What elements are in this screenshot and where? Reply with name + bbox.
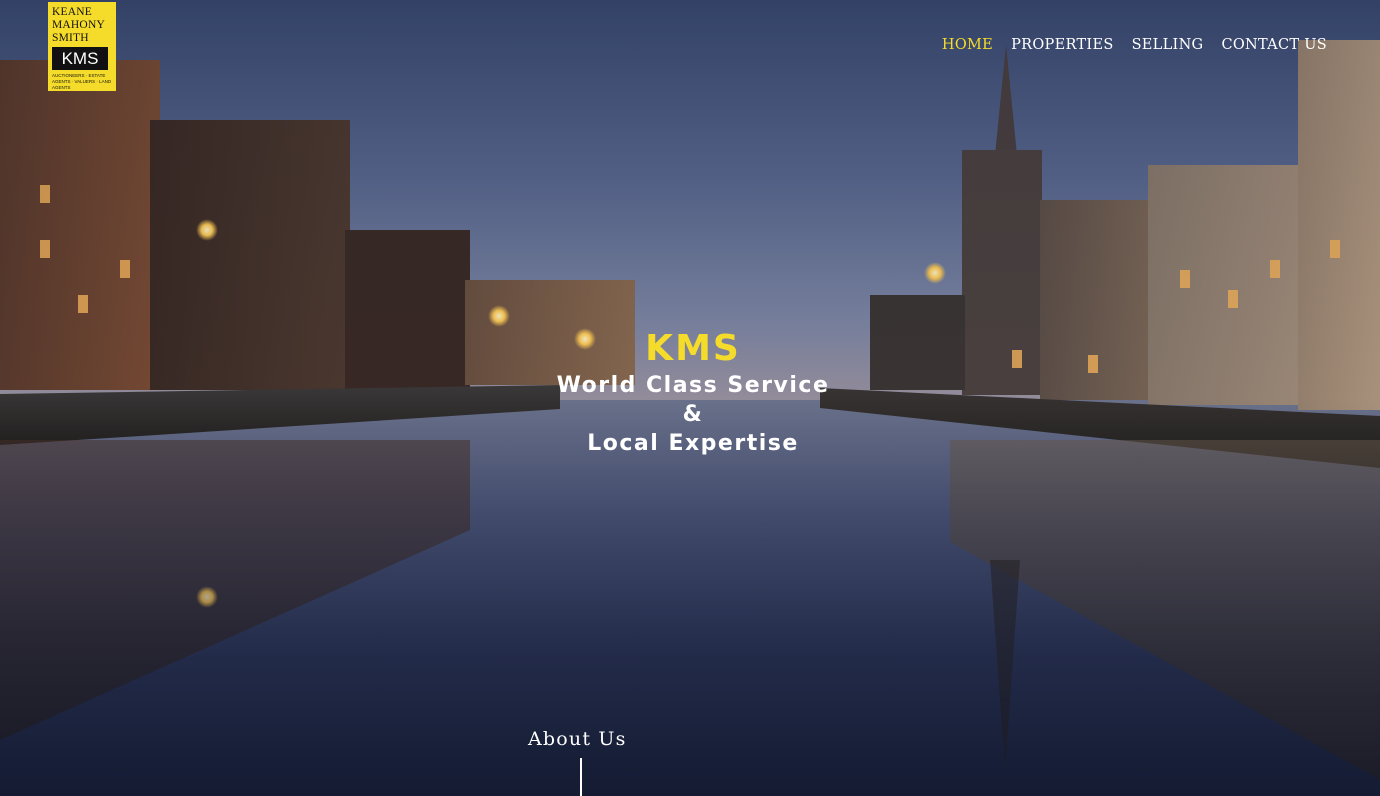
nav-contact-us[interactable]: CONTACT US (1221, 37, 1327, 53)
about-us-divider (580, 758, 582, 796)
nav-home[interactable]: HOME (942, 37, 993, 53)
hero-text: KMS World Class Service & Local Expertis… (0, 327, 1380, 458)
nav-properties[interactable]: PROPERTIES (1011, 37, 1113, 53)
hero-line-service: World Class Service (556, 373, 830, 398)
hero-line-ampersand: & (682, 402, 704, 427)
main-navigation: HOME PROPERTIES SELLING CONTACT US (924, 37, 1327, 53)
logo-line-mahony: MAHONY (52, 19, 105, 31)
logo-tagline: AUCTIONEERS · ESTATE AGENTS · VALUERS · … (52, 73, 112, 90)
nav-selling[interactable]: SELLING (1132, 37, 1204, 53)
about-us-link[interactable]: About Us (528, 728, 627, 750)
hero-line-expertise: Local Expertise (587, 431, 799, 456)
logo-line-keane: KEANE (52, 6, 92, 18)
kms-logo[interactable]: KEANE MAHONY SMITH KMS AUCTIONEERS · EST… (48, 2, 116, 91)
logo-line-smith: SMITH (52, 32, 89, 44)
logo-mark: KMS (52, 47, 108, 70)
hero-title: KMS (645, 328, 741, 369)
